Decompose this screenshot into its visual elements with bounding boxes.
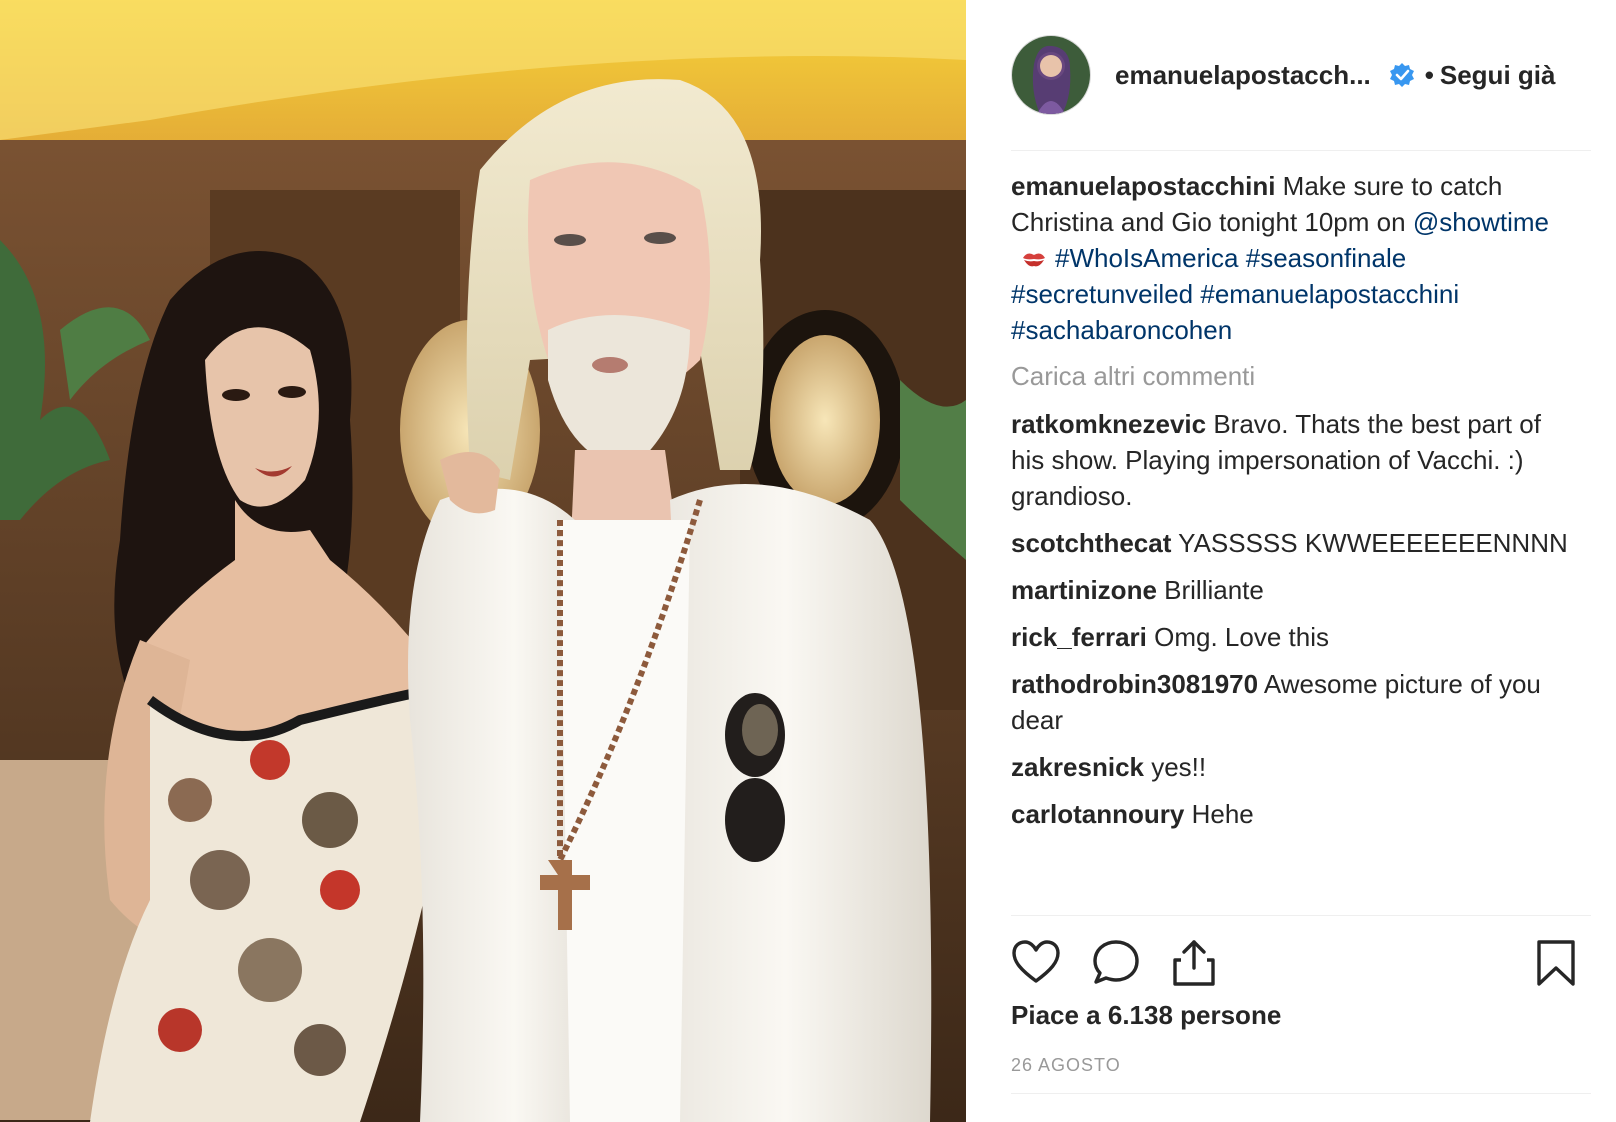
comment-item: zakresnick yes!! bbox=[1011, 749, 1581, 785]
comment-username[interactable]: zakresnick bbox=[1011, 752, 1144, 782]
heart-icon[interactable] bbox=[1011, 938, 1061, 988]
load-more-comments[interactable]: Carica altri commenti bbox=[1011, 358, 1581, 394]
comment-icon[interactable] bbox=[1091, 938, 1141, 988]
likes-count[interactable]: Piace a 6.138 persone bbox=[1011, 1000, 1281, 1031]
caption-mention[interactable]: @showtime bbox=[1413, 207, 1549, 237]
comment-text: Brilliante bbox=[1164, 575, 1264, 605]
comments-list[interactable]: emanuelapostacchini Make sure to catch C… bbox=[1011, 168, 1581, 913]
caption-username[interactable]: emanuelapostacchini bbox=[1011, 171, 1275, 201]
bookmark-icon[interactable] bbox=[1531, 938, 1581, 988]
header-username[interactable]: emanuelapostacch... bbox=[1115, 60, 1371, 91]
comment-item: carlotannoury Hehe bbox=[1011, 796, 1581, 832]
verified-badge-icon bbox=[1389, 63, 1414, 87]
comment-username[interactable]: ratkomknezevic bbox=[1011, 409, 1206, 439]
follow-button[interactable]: Segui già bbox=[1440, 60, 1560, 91]
comment-text: yes!! bbox=[1151, 752, 1207, 782]
comment-username[interactable]: scotchthecat bbox=[1011, 528, 1171, 558]
header-username-text: emanuelapostacch bbox=[1115, 59, 1350, 90]
header-username-ellipsis: ... bbox=[1349, 59, 1371, 90]
kiss-mark-icon bbox=[1023, 253, 1045, 267]
post-date[interactable]: 26 AGOSTO bbox=[1011, 1055, 1121, 1076]
caption-hashtag[interactable]: #sachabaroncohen bbox=[1011, 315, 1232, 345]
comment-text: YASSSSS KWWEEEEEEENNNN bbox=[1178, 528, 1568, 558]
avatar[interactable] bbox=[1011, 35, 1091, 115]
action-bar bbox=[1011, 930, 1581, 990]
comment-item: ratkomknezevic Bravo. Thats the best par… bbox=[1011, 406, 1581, 514]
header-divider bbox=[1011, 150, 1591, 151]
avatar-image bbox=[1012, 36, 1090, 114]
comment-item: rathodrobin3081970 Awesome picture of yo… bbox=[1011, 666, 1581, 738]
caption-hashtag[interactable]: #emanuelapostacchini bbox=[1200, 279, 1459, 309]
comment-item: martinizone Brilliante bbox=[1011, 572, 1581, 608]
comment-username[interactable]: rathodrobin3081970 bbox=[1011, 669, 1258, 699]
share-icon[interactable] bbox=[1169, 938, 1219, 988]
caption: emanuelapostacchini Make sure to catch C… bbox=[1011, 168, 1581, 348]
comment-text: Omg. Love this bbox=[1154, 622, 1329, 652]
footer-divider bbox=[1011, 1093, 1591, 1094]
comment-username[interactable]: rick_ferrari bbox=[1011, 622, 1147, 652]
photo-illustration bbox=[0, 0, 966, 1122]
post-side-panel: emanuelapostacch... • Segui già emanuela… bbox=[966, 0, 1616, 1122]
comment-text: Hehe bbox=[1191, 799, 1254, 829]
caption-hashtag[interactable]: #secretunveiled bbox=[1011, 279, 1193, 309]
post-header: emanuelapostacch... • Segui già bbox=[1011, 30, 1591, 120]
caption-hashtag[interactable]: #WhoIsAmerica bbox=[1055, 243, 1239, 273]
caption-hashtag[interactable]: #seasonfinale bbox=[1246, 243, 1406, 273]
comment-item: rick_ferrari Omg. Love this bbox=[1011, 619, 1581, 655]
post-photo[interactable] bbox=[0, 0, 966, 1122]
header-separator-dot: • bbox=[1424, 59, 1434, 90]
comment-username[interactable]: martinizone bbox=[1011, 575, 1157, 605]
comment-item: scotchthecat YASSSSS KWWEEEEEEENNNN bbox=[1011, 525, 1581, 561]
actions-divider bbox=[1011, 915, 1591, 916]
comment-username[interactable]: carlotannoury bbox=[1011, 799, 1184, 829]
